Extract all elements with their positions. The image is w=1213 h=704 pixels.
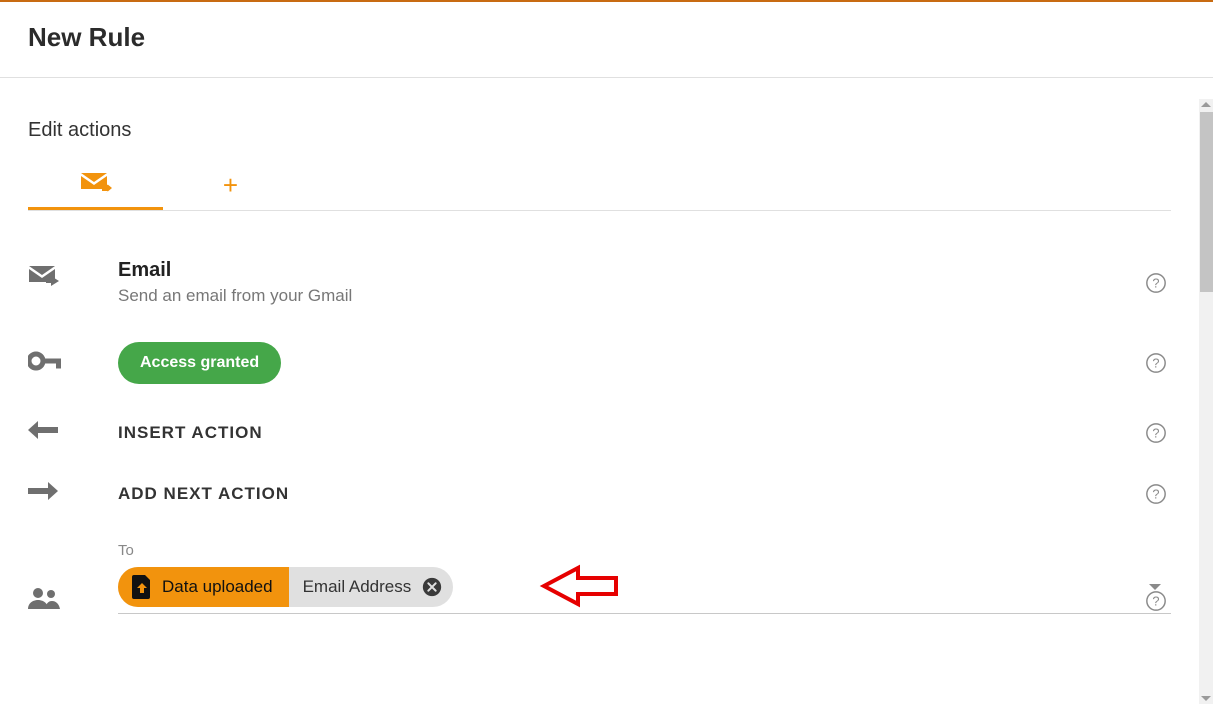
- svg-text:?: ?: [1152, 356, 1159, 371]
- to-chip-attr-label: Email Address: [303, 577, 412, 597]
- page-title: New Rule: [0, 2, 1213, 77]
- mail-forward-icon: [80, 172, 112, 196]
- email-row-subtitle: Send an email from your Gmail: [118, 286, 1171, 306]
- email-action-tab[interactable]: [28, 160, 163, 210]
- people-icon: [28, 587, 60, 614]
- svg-text:?: ?: [1152, 486, 1159, 501]
- svg-text:?: ?: [1152, 594, 1159, 609]
- add-next-action-row[interactable]: ADD NEXT ACTION ?: [28, 463, 1171, 524]
- access-row: Access granted ?: [28, 324, 1171, 402]
- insert-action-row[interactable]: INSERT ACTION ?: [28, 402, 1171, 463]
- plus-icon: +: [223, 172, 238, 198]
- close-circle-icon[interactable]: [421, 576, 443, 598]
- email-row-title: Email: [118, 259, 1171, 282]
- mail-forward-icon: [28, 263, 62, 294]
- file-upload-icon: [132, 575, 152, 599]
- help-icon[interactable]: ?: [1145, 590, 1167, 612]
- email-row: Email Send an email from your Gmail ?: [28, 241, 1171, 324]
- action-tabs: +: [28, 160, 1171, 211]
- add-next-action-label: ADD NEXT ACTION: [118, 484, 289, 503]
- help-icon[interactable]: ?: [1145, 422, 1167, 444]
- scroll-down-arrow-icon[interactable]: [1201, 696, 1211, 701]
- to-chip-source: Data uploaded: [118, 567, 289, 607]
- help-icon[interactable]: ?: [1145, 272, 1167, 294]
- help-icon[interactable]: ?: [1145, 352, 1167, 374]
- add-action-tab[interactable]: +: [163, 160, 298, 210]
- arrow-right-icon: [28, 481, 58, 506]
- key-icon: [28, 351, 62, 376]
- insert-action-label: INSERT ACTION: [118, 423, 263, 442]
- to-field-input[interactable]: Data uploaded Email Address: [118, 567, 1171, 614]
- to-chip[interactable]: Data uploaded Email Address: [118, 567, 453, 607]
- section-title: Edit actions: [28, 119, 1171, 142]
- arrow-left-icon: [28, 420, 58, 445]
- header-divider: [0, 77, 1213, 78]
- to-row: To Data uploaded: [28, 524, 1171, 614]
- to-field-label: To: [118, 542, 1171, 559]
- content-area: Edit actions +: [0, 99, 1199, 704]
- scroll-up-arrow-icon[interactable]: [1201, 102, 1211, 107]
- help-icon[interactable]: ?: [1145, 483, 1167, 505]
- svg-text:?: ?: [1152, 275, 1159, 290]
- svg-text:?: ?: [1152, 425, 1159, 440]
- to-chip-attr: Email Address: [289, 567, 454, 607]
- to-chip-source-label: Data uploaded: [162, 577, 273, 597]
- vertical-scrollbar[interactable]: [1199, 99, 1213, 704]
- access-granted-pill[interactable]: Access granted: [118, 342, 281, 384]
- scroll-thumb[interactable]: [1200, 112, 1213, 292]
